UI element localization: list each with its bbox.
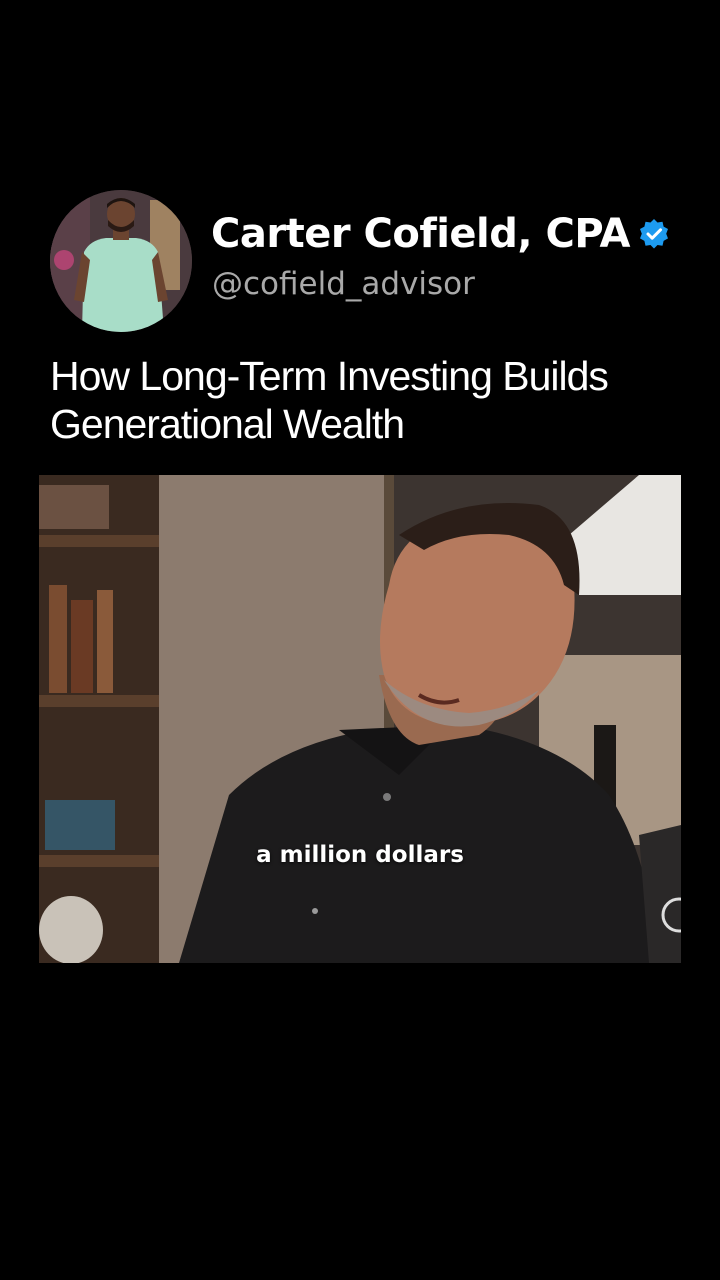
video-caption: a million dollars	[256, 842, 464, 868]
profile-photo-icon	[50, 190, 192, 332]
author-name-row[interactable]: Carter Cofield, CPA	[211, 208, 670, 260]
post-title: How Long-Term Investing Builds Generatio…	[50, 353, 609, 447]
post-card: Carter Cofield, CPA @cofield_advisor How…	[0, 0, 720, 1280]
verified-badge-icon	[638, 218, 670, 250]
author-name[interactable]: Carter Cofield, CPA	[211, 208, 630, 260]
avatar[interactable]	[50, 190, 192, 332]
video-frame	[39, 475, 681, 963]
video-player[interactable]	[39, 475, 681, 963]
author-handle[interactable]: @cofield_advisor	[212, 262, 475, 306]
